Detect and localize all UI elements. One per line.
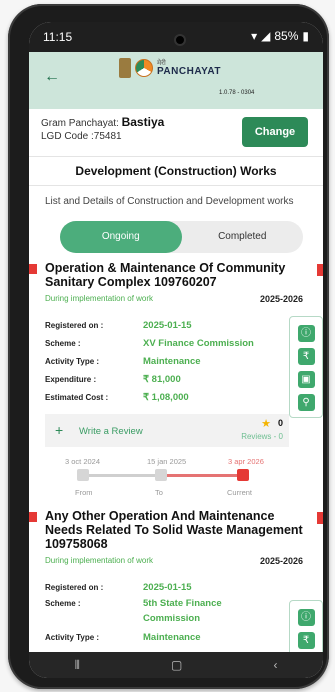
activity-value: Maintenance (143, 355, 201, 367)
activity-label: Activity Type : (45, 356, 100, 366)
work-title: Any Other Operation And Maintenance Need… (45, 509, 303, 551)
lgd-code: LGD Code :75481 (41, 131, 122, 142)
expenditure-value: ₹ 81,000 (143, 373, 181, 385)
location-pin-icon[interactable]: ⚲ (297, 394, 315, 411)
status-icons: ▾ ◢ 85% ▮ (251, 29, 309, 43)
detail-registered: Registered on : 2025-01-15 (45, 316, 323, 334)
page-subtitle: List and Details of Construction and Dev… (45, 196, 294, 207)
signal-icon: ◢ (261, 29, 271, 43)
current-dot (237, 469, 249, 481)
panchayat-label: Gram Panchayat: (41, 118, 119, 129)
camera-icon (174, 34, 186, 46)
side-marker-icon (317, 264, 323, 276)
rating-count: 0 (277, 418, 283, 428)
panchayat-info: Gram Panchayat: Bastiya LGD Code :75481 (41, 116, 164, 143)
timeline-track (83, 474, 161, 477)
gallery-icon[interactable]: ▣ (297, 371, 315, 388)
battery-icon: ▮ (302, 29, 309, 43)
work-card[interactable]: Operation & Maintenance Of Community San… (29, 261, 323, 501)
tab-completed[interactable]: Completed (182, 221, 304, 253)
wifi-icon: ▾ (251, 29, 258, 43)
registered-value: 2025-01-15 (143, 581, 192, 593)
current-date: 3 apr 2026 (228, 457, 264, 466)
work-status: During implementation of work (45, 294, 154, 303)
review-row: + Write a Review ★ 0 Reviews - 0 (45, 414, 289, 447)
from-dot (77, 469, 89, 481)
current-label: Current (227, 488, 253, 497)
brand-name: PANCHAYAT (157, 65, 221, 77)
brand-text: मेरी PANCHAYAT (157, 60, 221, 77)
scheme-value: 5th State Finance Commission (143, 598, 222, 624)
work-timeline: 3 oct 2024 15 jan 2025 3 apr 2026 From T… (45, 457, 323, 501)
side-marker-icon (317, 512, 323, 524)
work-year: 2025-2026 (259, 556, 303, 566)
recent-apps-icon[interactable]: ⦀ (75, 658, 80, 673)
add-icon[interactable]: + (55, 422, 63, 438)
tab-ongoing[interactable]: Ongoing (60, 221, 182, 253)
star-icon: ★ (261, 418, 271, 430)
back-arrow-icon[interactable]: ← (44, 68, 60, 86)
android-nav-bar: ⦀ ▢ ‹ (29, 652, 323, 678)
status-marker-icon (29, 264, 37, 274)
info-icon[interactable]: ⓘ (297, 609, 315, 626)
work-actions: ⓘ ₹ ▣ ⚲ (289, 316, 323, 418)
work-year: 2025-2026 (259, 294, 303, 304)
info-icon[interactable]: ⓘ (297, 325, 315, 342)
panchayat-row: Gram Panchayat: Bastiya LGD Code :75481 … (29, 109, 323, 157)
app-version: 1.0.78 - 0304 (219, 90, 255, 96)
write-review-link[interactable]: Write a Review (79, 426, 143, 437)
national-emblem-icon (119, 58, 131, 78)
expenditure-label: Expenditure : (45, 374, 97, 384)
detail-registered: Registered on : 2025-01-15 (45, 578, 323, 596)
activity-label: Activity Type : (45, 632, 100, 642)
detail-activity: Activity Type : Maintenance (45, 628, 323, 646)
detail-estimated-cost: Estimated Cost : ₹ 1,08,000 (45, 388, 323, 406)
to-date: 15 jan 2025 (147, 457, 187, 466)
detail-scheme: Scheme : 5th State Finance Commission (45, 596, 323, 628)
home-icon[interactable]: ▢ (171, 658, 182, 672)
work-actions: ⓘ ₹ (289, 600, 323, 660)
to-dot (155, 469, 167, 481)
panchayat-logo-icon (135, 59, 153, 77)
work-status-line: During implementation of work 2025-2026 (45, 294, 323, 304)
detail-expenditure: Expenditure : ₹ 81,000 (45, 370, 323, 388)
detail-scheme: Scheme : XV Finance Commission (45, 334, 323, 352)
work-title: Operation & Maintenance Of Community San… (45, 261, 286, 289)
scheme-label: Scheme : (45, 338, 81, 348)
detail-activity: Activity Type : Maintenance (45, 352, 323, 370)
rupee-icon[interactable]: ₹ (297, 348, 315, 365)
status-bar: 11:15 ▾ ◢ 85% ▮ (29, 22, 323, 52)
to-label: To (155, 488, 163, 497)
scheme-value: XV Finance Commission (143, 337, 254, 349)
registered-label: Registered on : (45, 582, 104, 592)
panchayat-name: Bastiya (121, 115, 165, 129)
status-marker-icon (29, 512, 37, 522)
work-status-line: During implementation of work 2025-2026 (45, 556, 323, 566)
screen: 11:15 ▾ ◢ 85% ▮ ← मेरी PANCHAYAT 1.0.78 … (29, 22, 323, 678)
change-button[interactable]: Change (242, 117, 308, 147)
registered-label: Registered on : (45, 320, 104, 330)
estimated-cost-label: Estimated Cost : (45, 392, 109, 402)
app-logo: मेरी PANCHAYAT (119, 58, 221, 78)
work-details: Registered on : 2025-01-15 Scheme : XV F… (45, 316, 323, 418)
battery-level: 85% (274, 29, 299, 43)
work-card[interactable]: Any Other Operation And Maintenance Need… (29, 509, 323, 660)
rupee-icon[interactable]: ₹ (297, 632, 315, 649)
from-date: 3 oct 2024 (65, 457, 101, 466)
status-time: 11:15 (43, 30, 73, 44)
scheme-label: Scheme : (45, 599, 81, 608)
phone-frame: 11:15 ▾ ◢ 85% ▮ ← मेरी PANCHAYAT 1.0.78 … (8, 4, 329, 689)
reviews-count[interactable]: Reviews - 0 (241, 432, 283, 441)
work-status: During implementation of work (45, 556, 154, 565)
activity-value: Maintenance (143, 631, 201, 643)
work-details: Registered on : 2025-01-15 Scheme : 5th … (45, 578, 323, 660)
page-title: Development (Construction) Works (29, 157, 323, 186)
estimated-cost-value: ₹ 1,08,000 (143, 391, 189, 403)
from-label: From (75, 488, 93, 497)
timeline-progress (161, 474, 243, 477)
back-nav-icon[interactable]: ‹ (273, 658, 277, 672)
registered-value: 2025-01-15 (143, 319, 192, 331)
app-bar: ← मेरी PANCHAYAT 1.0.78 - 0304 (29, 52, 323, 109)
work-status-toggle: Ongoing Completed (60, 221, 303, 253)
